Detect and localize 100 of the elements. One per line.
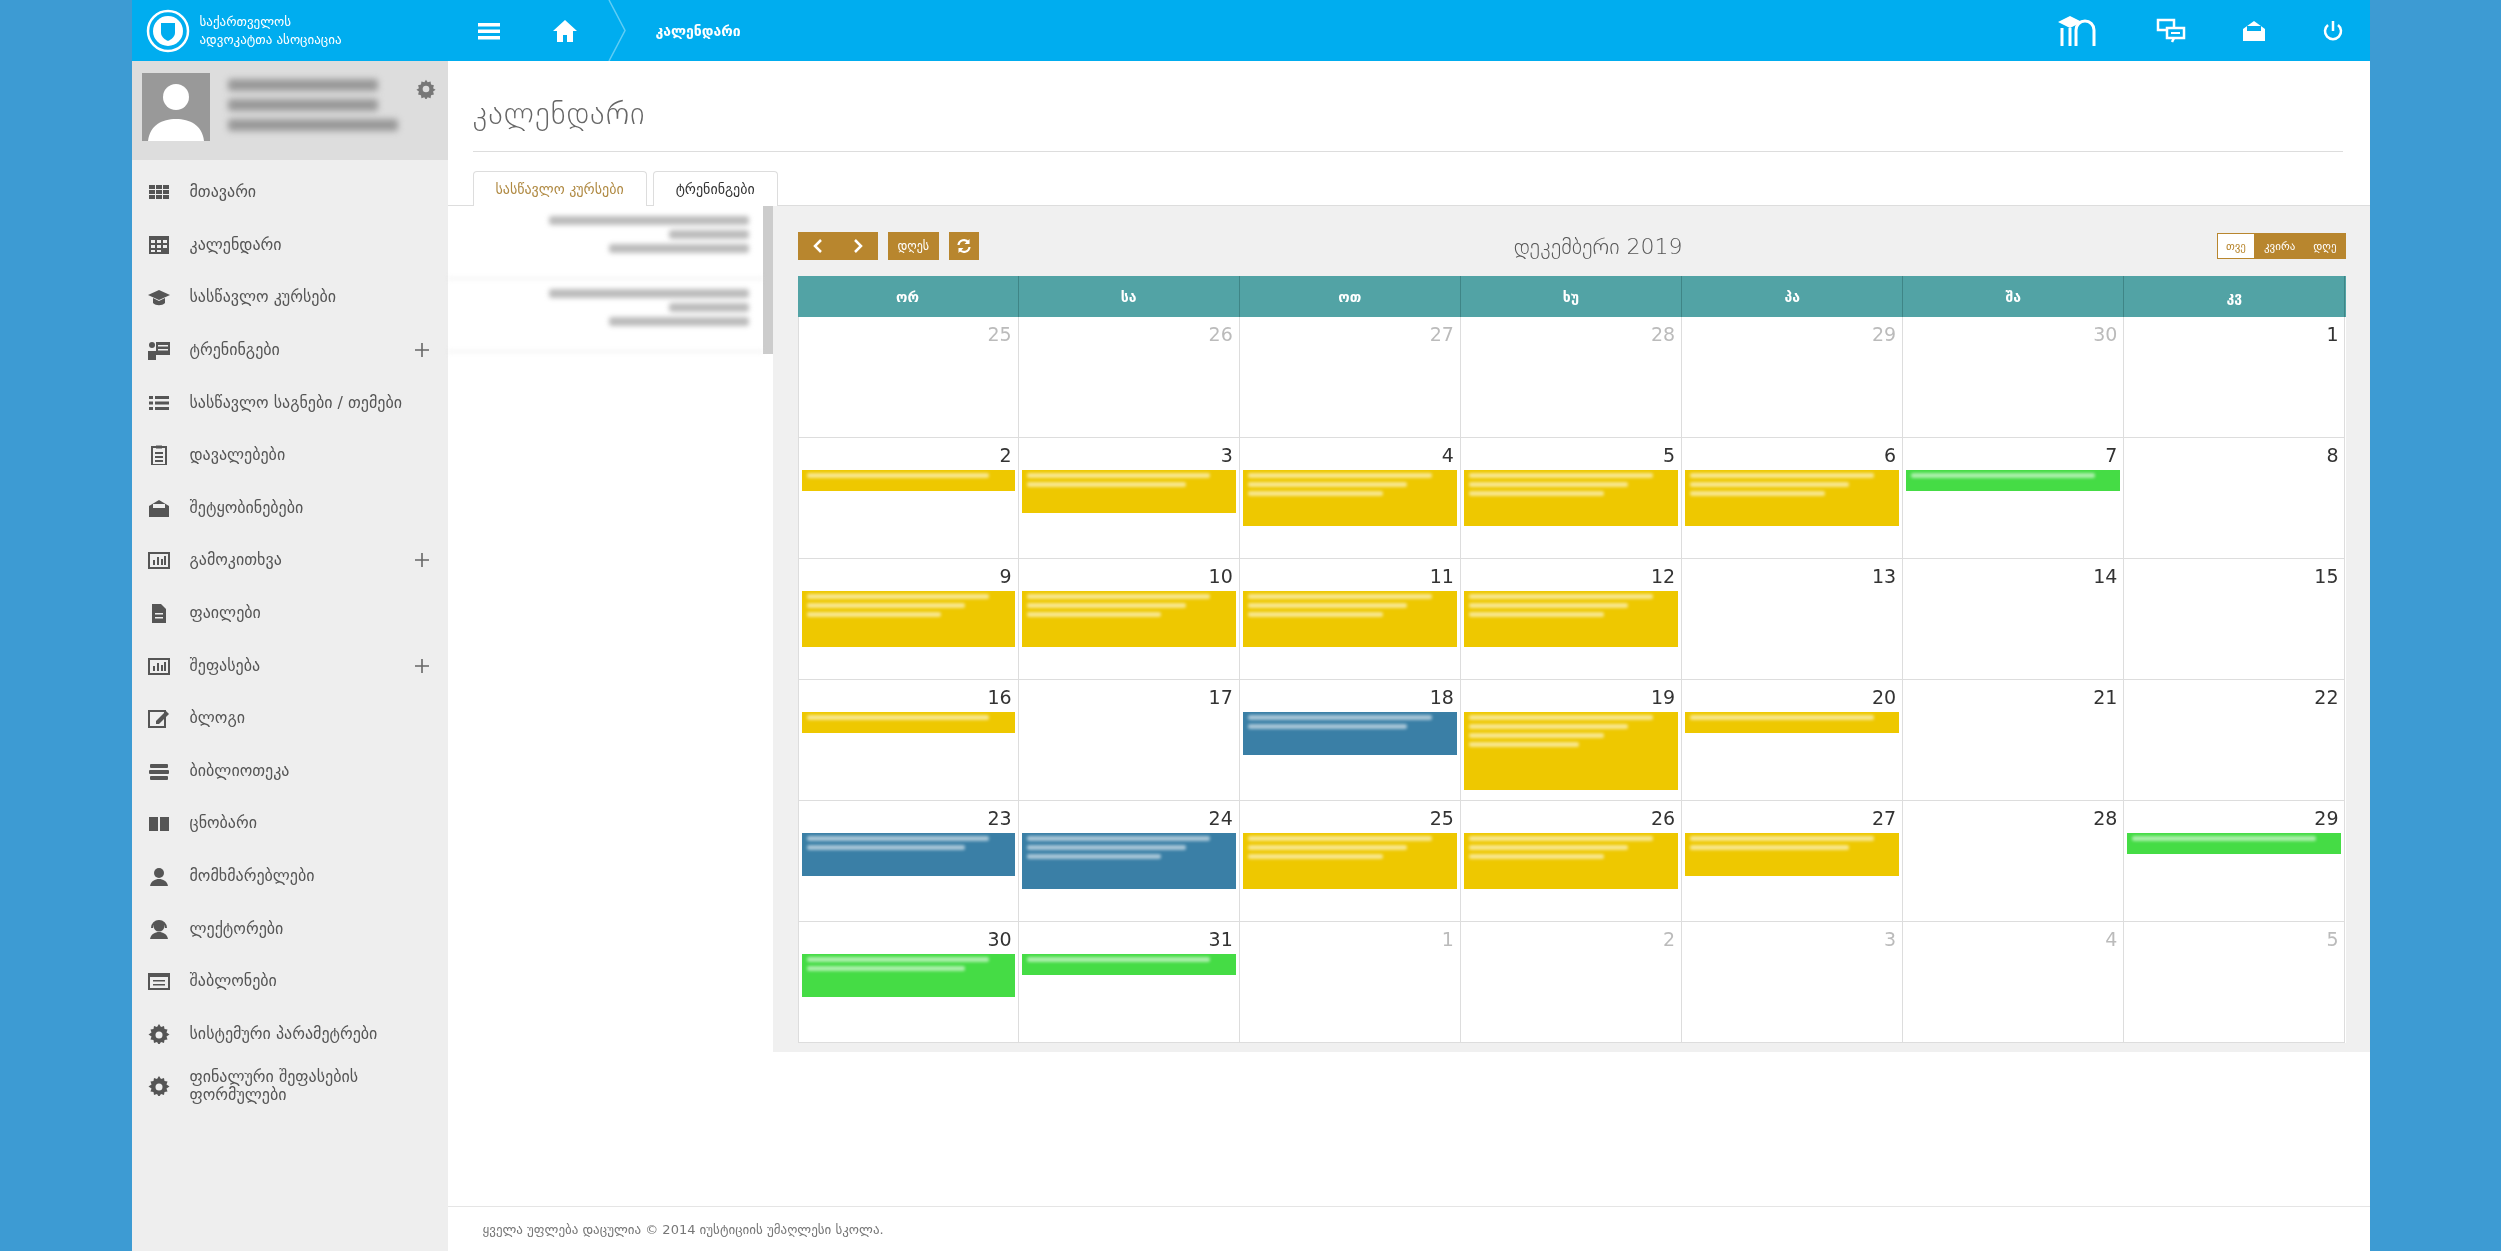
day-cell[interactable]: 15: [2124, 559, 2346, 680]
sidebar-item[interactable]: შეფასება: [131, 639, 448, 692]
sidebar-item[interactable]: კალენდარი: [131, 218, 448, 272]
blurred-event[interactable]: [1685, 712, 1900, 733]
day-number: 8: [2325, 443, 2340, 468]
day-cell[interactable]: 22: [2124, 680, 2346, 801]
blurred-event[interactable]: [1685, 470, 1900, 526]
day-cell[interactable]: 26: [1460, 801, 1683, 922]
day-number: 30: [2092, 322, 2119, 347]
settings-icon[interactable]: [415, 79, 436, 99]
blurred-event[interactable]: [801, 833, 1015, 876]
sidebar-item[interactable]: ტრენინგები: [131, 323, 448, 377]
blurred-event[interactable]: [1242, 712, 1457, 755]
blurred-event[interactable]: [1021, 470, 1236, 513]
day-cell[interactable]: 28: [1903, 801, 2125, 922]
day-cell[interactable]: 27: [1682, 801, 1904, 922]
blurred-event[interactable]: [801, 954, 1015, 997]
weekday-header: ხუ: [1460, 276, 1683, 317]
sidebar-item[interactable]: ფინალური შეფასების ფორმულები: [131, 1060, 448, 1113]
sidebar-item[interactable]: შაბლონები: [131, 954, 448, 1008]
day-cell[interactable]: 19: [1460, 680, 1683, 801]
previous-button[interactable]: [797, 232, 838, 260]
plus-icon[interactable]: [413, 342, 430, 359]
day-cell[interactable]: 2: [797, 438, 1019, 559]
day-number: 21: [2092, 685, 2119, 710]
home-icon[interactable]: [551, 18, 578, 43]
envelope-icon[interactable]: [2241, 19, 2266, 42]
day-cell[interactable]: 23: [797, 801, 1019, 922]
day-cell[interactable]: 24: [1018, 801, 1240, 922]
blurred-event[interactable]: [1463, 591, 1679, 647]
blurred-event[interactable]: [1463, 470, 1679, 526]
sidebar-item[interactable]: ბიბლიოთეკა: [131, 744, 448, 798]
day-number: 19: [1649, 685, 1677, 710]
bar-chart-icon: [147, 655, 170, 676]
day-cell[interactable]: 17: [1018, 680, 1240, 801]
blurred-event[interactable]: [1021, 591, 1236, 647]
sidebar-item[interactable]: დავალებები: [131, 428, 448, 482]
blurred-event[interactable]: [801, 591, 1015, 647]
blurred-event[interactable]: [1463, 712, 1679, 790]
sidebar-item-label: შეტყობინებები: [189, 498, 305, 517]
scrollbar[interactable]: [762, 206, 773, 354]
day-cell[interactable]: 5: [1460, 438, 1683, 559]
day-number: 2: [1661, 927, 1677, 952]
blurred-event[interactable]: [1242, 591, 1457, 647]
day-cell[interactable]: 20: [1682, 680, 1904, 801]
day-cell[interactable]: 14: [1903, 559, 2125, 680]
day-cell[interactable]: 7: [1903, 438, 2125, 559]
sidebar-item[interactable]: ბლოგი: [131, 691, 448, 745]
blurred-event[interactable]: [1906, 470, 2121, 491]
day-cell[interactable]: 3: [1018, 438, 1240, 559]
sidebar-item[interactable]: ცნობარი: [131, 797, 448, 850]
day-cell[interactable]: 31: [1018, 922, 1240, 1043]
blurred-event[interactable]: [1021, 833, 1236, 889]
next-button[interactable]: [837, 232, 878, 260]
sidebar-item[interactable]: მთავარი: [131, 166, 448, 219]
day-cell[interactable]: 4: [1239, 438, 1461, 559]
day-number: 15: [2313, 564, 2340, 589]
blurred-event[interactable]: [2127, 833, 2342, 854]
menu-icon[interactable]: [477, 21, 500, 40]
day-cell[interactable]: 12: [1460, 559, 1683, 680]
day-cell[interactable]: 11: [1239, 559, 1461, 680]
sidebar-item[interactable]: ლექტორები: [131, 902, 448, 955]
sidebar-item[interactable]: სასწავლო კურსები: [131, 271, 448, 324]
day-number: 16: [986, 685, 1013, 710]
sidebar-item[interactable]: სასწავლო საგნები / თემები: [131, 376, 448, 429]
day-cell[interactable]: 9: [797, 559, 1019, 680]
plus-icon[interactable]: [413, 552, 430, 569]
blurred-event[interactable]: [1021, 954, 1236, 975]
day-number: 24: [1207, 806, 1234, 831]
day-cell[interactable]: 25: [1239, 801, 1461, 922]
day-cell[interactable]: 6: [1682, 438, 1904, 559]
plus-icon[interactable]: [413, 657, 430, 674]
day-cell[interactable]: 29: [2124, 801, 2346, 922]
view-button[interactable]: თვე: [2216, 233, 2255, 259]
chat-bubbles-icon[interactable]: [2155, 17, 2186, 44]
sidebar-item[interactable]: მომხმარებლები: [131, 849, 448, 903]
blurred-event[interactable]: [1242, 470, 1457, 526]
day-cell[interactable]: 13: [1682, 559, 1904, 680]
sidebar-item[interactable]: გამოკითხვა: [131, 534, 448, 587]
day-cell[interactable]: 10: [1018, 559, 1240, 680]
day-number: 9: [998, 564, 1013, 589]
day-cell[interactable]: 18: [1239, 680, 1461, 801]
sidebar-item[interactable]: ფაილები: [131, 586, 448, 640]
blurred-event[interactable]: [1685, 833, 1900, 876]
sidebar-item-label: შაბლონები: [189, 972, 278, 991]
blurred-event[interactable]: [1242, 833, 1457, 889]
day-cell[interactable]: 16: [797, 680, 1019, 801]
sidebar-item[interactable]: შეტყობინებები: [131, 481, 448, 535]
blurred-event[interactable]: [1463, 833, 1679, 889]
power-icon[interactable]: [2321, 18, 2344, 43]
blurred-event[interactable]: [801, 712, 1015, 733]
day-cell[interactable]: 30: [797, 922, 1019, 1043]
blurred-event[interactable]: [801, 470, 1015, 491]
sidebar-item[interactable]: სისტემური პარამეტრები: [131, 1007, 448, 1061]
day-cell[interactable]: 8: [2124, 438, 2346, 559]
tab[interactable]: ტრენინგები: [652, 171, 778, 206]
refresh-button[interactable]: [949, 232, 980, 260]
day-number: 28: [1649, 322, 1677, 347]
day-cell[interactable]: 1: [2124, 317, 2346, 438]
day-cell[interactable]: 21: [1903, 680, 2125, 801]
